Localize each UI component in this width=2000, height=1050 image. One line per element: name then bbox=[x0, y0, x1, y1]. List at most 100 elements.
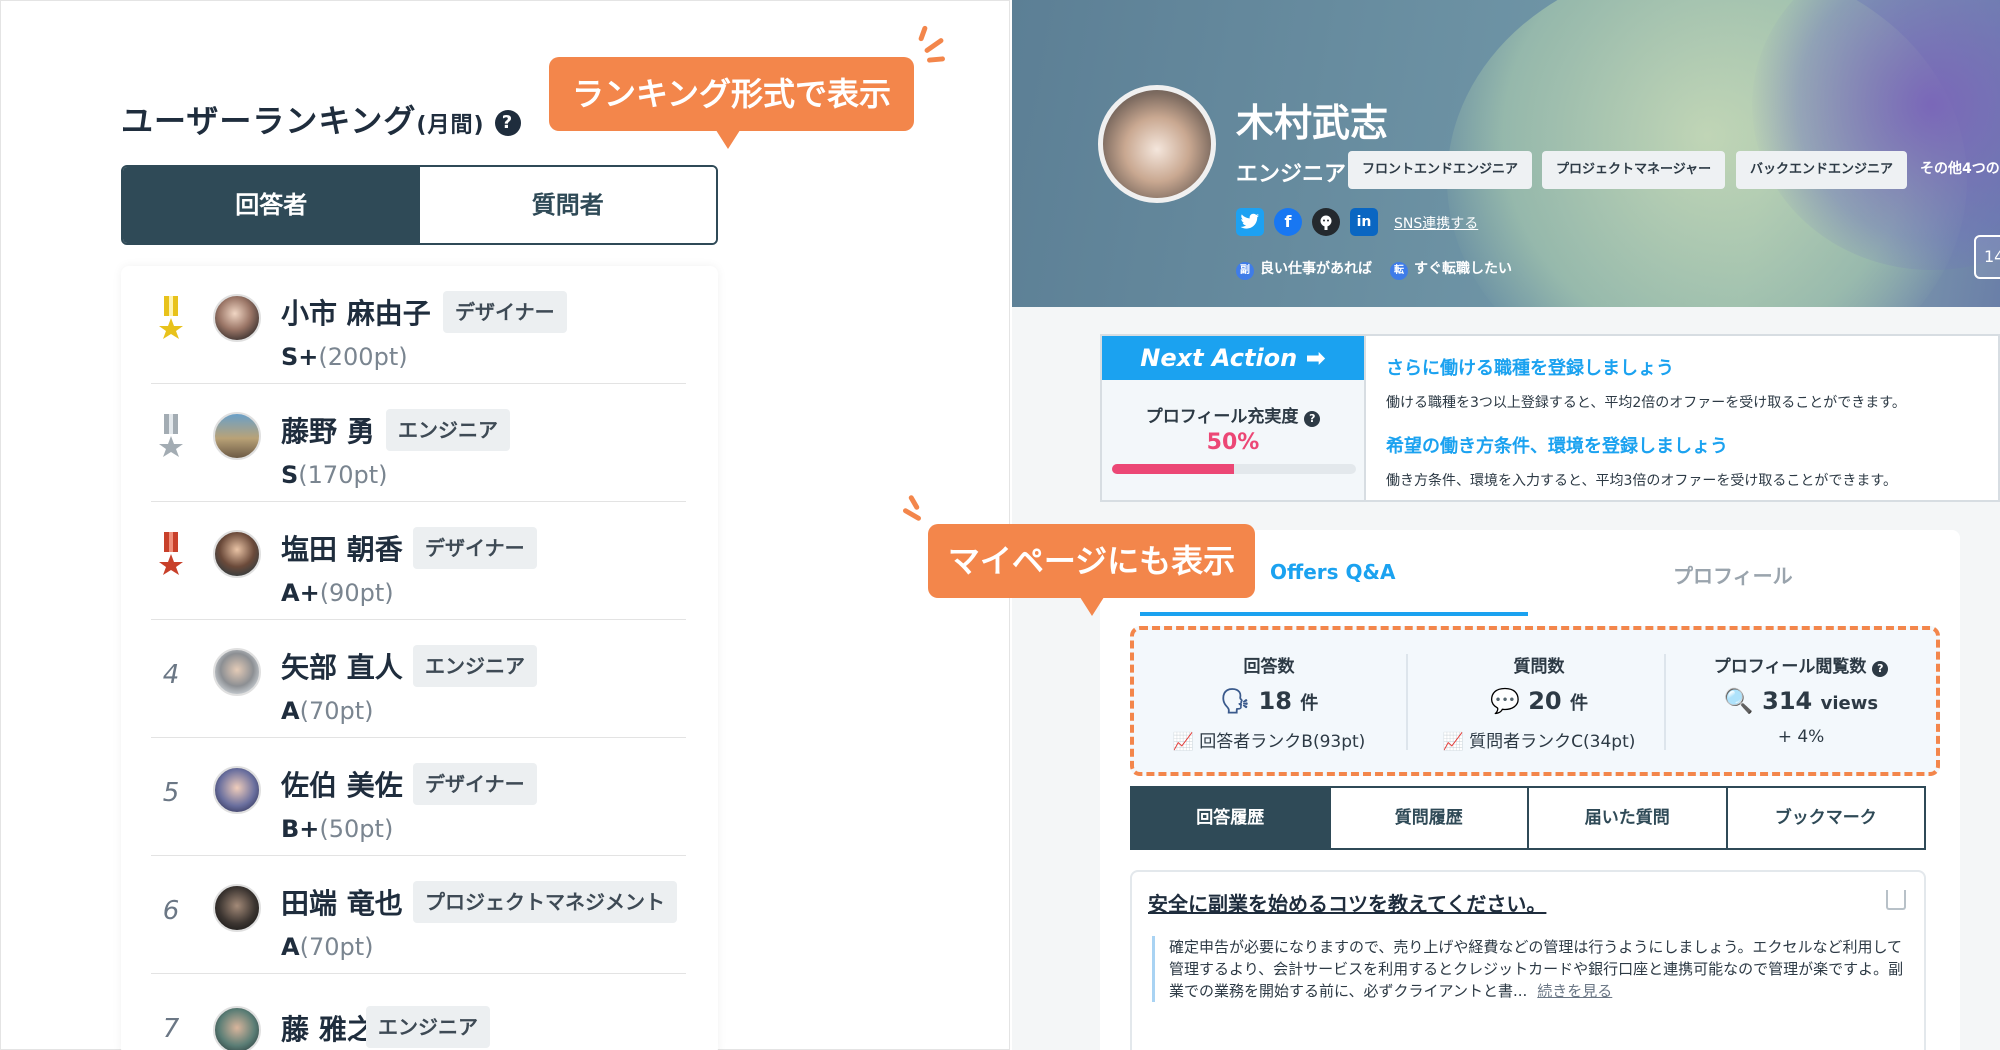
points: (200pt) bbox=[318, 343, 408, 371]
user-name[interactable]: 矢部 直人 bbox=[281, 646, 403, 686]
role-badge: デザイナー bbox=[443, 291, 567, 333]
magnifier-icon: 🔍 bbox=[1723, 687, 1754, 715]
stat-number: 20 bbox=[1528, 687, 1562, 715]
role-badge: デザイナー bbox=[413, 763, 537, 805]
ranking-title-text: ユーザーランキング bbox=[121, 102, 417, 140]
ranking-item[interactable]: 藤野 勇 エンジニア S(170pt) bbox=[151, 384, 686, 502]
tab-bookmarks[interactable]: ブックマーク bbox=[1728, 788, 1925, 848]
answer-excerpt: 確定申告が必要になりますので、売り上げや経費などの管理は行うようにしましょう。エ… bbox=[1152, 936, 1912, 1002]
stat-sub: 📈 質問者ランクC(34pt) bbox=[1404, 727, 1674, 752]
edge-button[interactable]: 14 bbox=[1974, 235, 2000, 279]
user-name[interactable]: 佐伯 美佐 bbox=[281, 764, 403, 804]
tab-answerers[interactable]: 回答者 bbox=[123, 167, 420, 243]
avatar[interactable] bbox=[213, 766, 261, 814]
role-badge: プロジェクトマネジメント bbox=[413, 881, 677, 923]
silver-medal-icon bbox=[151, 414, 191, 468]
tab-question-history[interactable]: 質問履歴 bbox=[1331, 788, 1529, 848]
chart-icon: 📈 bbox=[1442, 732, 1464, 752]
stat-label: 回答数 bbox=[1243, 657, 1295, 677]
stat-label: プロフィール閲覧数 ? bbox=[1666, 652, 1936, 677]
ranking-period: (月間) bbox=[416, 113, 485, 138]
profile-avatar[interactable] bbox=[1098, 85, 1216, 203]
stat-unit: 件 bbox=[1570, 693, 1588, 714]
ranking-item[interactable]: 7 藤 雅之 エンジニア bbox=[151, 974, 686, 1050]
next-action-desc: 働ける職種を3つ以上登録すると、平均2倍のオファーを受け取ることができます。 bbox=[1386, 395, 1906, 411]
tab-questioners[interactable]: 質問者 bbox=[419, 167, 716, 243]
help-icon[interactable]: ? bbox=[494, 110, 521, 136]
ranking-callout-text: ランキング形式で表示 bbox=[571, 75, 892, 113]
ranking-item[interactable]: 4 矢部 直人 エンジニア A(70pt) bbox=[151, 620, 686, 738]
fill-percentage: 50% bbox=[1206, 430, 1260, 455]
grade: B+ bbox=[281, 815, 320, 843]
next-action-desc: 働き方条件、環境を入力すると、平均3倍のオファーを受け取ることができます。 bbox=[1386, 473, 1897, 489]
next-action-link[interactable]: 希望の働き方条件、環境を登録しましょう bbox=[1386, 432, 1986, 458]
grade: A bbox=[281, 697, 300, 725]
profile-header: 木村武志 エンジニア フロントエンドエンジニア プロジェクトマネージャー バック… bbox=[1012, 0, 2000, 307]
ranking-item[interactable]: 小市 麻由子 デザイナー S+(200pt) bbox=[151, 266, 686, 384]
stat-unit: 件 bbox=[1300, 693, 1319, 714]
stat-sub: 📈 回答者ランクB(93pt) bbox=[1134, 727, 1404, 752]
job-tag[interactable]: プロジェクトマネージャー bbox=[1542, 151, 1726, 189]
user-name[interactable]: 藤 雅之 bbox=[281, 1008, 375, 1048]
profile-completeness: Next Action ➡ プロフィール充実度 ? 50% bbox=[1102, 336, 1366, 500]
share-icon[interactable] bbox=[1886, 890, 1906, 910]
ranking-list: 小市 麻由子 デザイナー S+(200pt) 藤野 勇 エンジニア S(170p… bbox=[121, 266, 718, 1050]
ranking-panel: ユーザーランキング(月間)? ランキング形式で表示 回答者 質問者 小市 麻由子… bbox=[0, 0, 1010, 1050]
twitter-icon[interactable] bbox=[1236, 208, 1264, 236]
activity-card: Offers Q&A プロフィール 回答数 🗣 18 件 📈 回答者ランクB(9… bbox=[1100, 530, 1960, 1050]
github-icon[interactable] bbox=[1312, 208, 1340, 236]
avatar[interactable] bbox=[213, 1006, 261, 1050]
avatar[interactable] bbox=[213, 530, 261, 578]
ranking-item[interactable]: 塩田 朝香 デザイナー A+(90pt) bbox=[151, 502, 686, 620]
ranking-item[interactable]: 6 田端 竜也 プロジェクトマネジメント A(70pt) bbox=[151, 856, 686, 974]
avatar[interactable] bbox=[213, 648, 261, 696]
rank-number-text: 5 bbox=[162, 778, 180, 808]
job-tag[interactable]: バックエンドエンジニア bbox=[1736, 151, 1908, 189]
next-action-header: Next Action ➡ bbox=[1102, 336, 1364, 380]
tab-profile[interactable]: プロフィール bbox=[1673, 560, 1793, 589]
avatar[interactable] bbox=[213, 294, 261, 342]
user-name[interactable]: 藤野 勇 bbox=[281, 410, 375, 450]
ranking-title: ユーザーランキング(月間)? bbox=[121, 96, 521, 142]
user-score: S+(200pt) bbox=[281, 343, 408, 371]
sns-link[interactable]: SNS連携する bbox=[1394, 213, 1478, 233]
question-card: 安全に副業を始めるコツを教えてください。 確定申告が必要になりますので、売り上げ… bbox=[1130, 870, 1926, 1050]
stats-box: 回答数 🗣 18 件 📈 回答者ランクB(93pt) 質問数 💬 20 件 📈 … bbox=[1130, 626, 1940, 776]
spark-mark bbox=[926, 56, 946, 63]
user-score: A+(90pt) bbox=[281, 579, 394, 607]
user-score: S(170pt) bbox=[281, 461, 387, 489]
user-name[interactable]: 小市 麻由子 bbox=[281, 292, 431, 332]
help-icon[interactable]: ? bbox=[1304, 411, 1321, 427]
progress-fill bbox=[1112, 464, 1234, 474]
role-badge: エンジニア bbox=[366, 1006, 490, 1048]
rank-number-text: 6 bbox=[162, 896, 180, 926]
ranking-item[interactable]: 5 佐伯 美佐 デザイナー B+(50pt) bbox=[151, 738, 686, 856]
avatar[interactable] bbox=[213, 412, 261, 460]
spark-mark bbox=[923, 37, 945, 54]
tab-answer-history[interactable]: 回答履歴 bbox=[1132, 788, 1331, 848]
job-tag[interactable]: フロントエンドエンジニア bbox=[1348, 151, 1533, 189]
facebook-icon[interactable]: f bbox=[1274, 208, 1302, 236]
stat-number: 18 bbox=[1258, 687, 1292, 715]
grade: S+ bbox=[281, 343, 319, 371]
read-more-link[interactable]: 続きを見る bbox=[1537, 982, 1612, 1000]
next-action-link[interactable]: さらに働ける職種を登録しましょう bbox=[1386, 354, 1986, 380]
linkedin-icon[interactable]: in bbox=[1350, 208, 1378, 236]
tab-offers-qa[interactable]: Offers Q&A bbox=[1270, 560, 1395, 584]
rank-number-text: 4 bbox=[162, 660, 180, 690]
more-tags[interactable]: その他4つの bbox=[1920, 158, 2000, 178]
user-name[interactable]: 塩田 朝香 bbox=[281, 528, 403, 568]
fill-label-text: プロフィール充実度 bbox=[1145, 407, 1299, 427]
rank-number-text: 7 bbox=[162, 1014, 180, 1044]
stat-unit: views bbox=[1820, 693, 1879, 714]
avatar[interactable] bbox=[213, 884, 261, 932]
tab-received-questions[interactable]: 届いた質問 bbox=[1529, 788, 1728, 848]
progress-bar bbox=[1112, 464, 1356, 474]
question-title[interactable]: 安全に副業を始めるコツを教えてください。 bbox=[1148, 888, 1546, 917]
active-tab-indicator bbox=[1140, 612, 1528, 616]
fill-label: プロフィール充実度 ? bbox=[1102, 402, 1364, 427]
user-name[interactable]: 田端 竜也 bbox=[281, 882, 403, 922]
help-icon[interactable]: ? bbox=[1872, 661, 1889, 677]
history-tabs: 回答履歴 質問履歴 届いた質問 ブックマーク bbox=[1130, 786, 1926, 850]
side-job-icon: 副 bbox=[1236, 262, 1254, 280]
